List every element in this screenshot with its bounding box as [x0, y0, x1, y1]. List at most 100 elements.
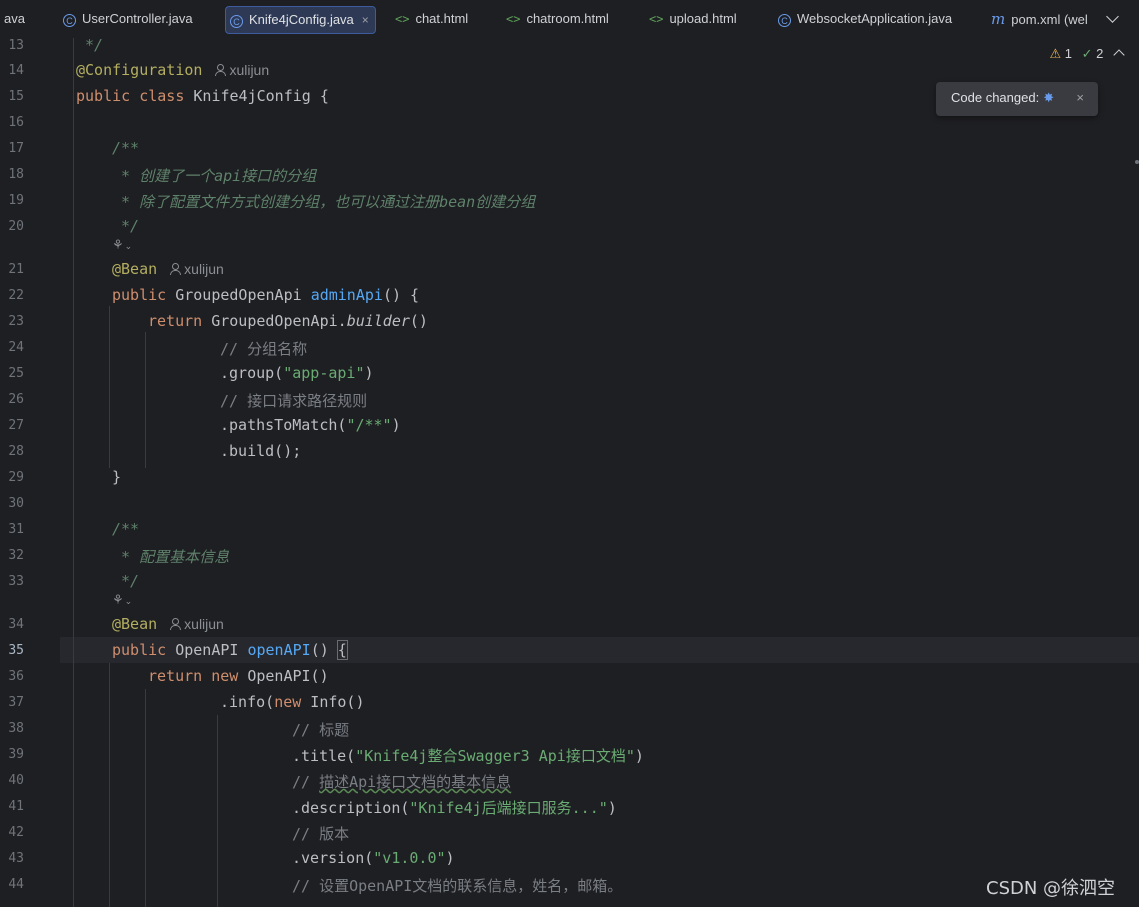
java-class-icon: C	[230, 15, 243, 28]
tab-label: upload.html	[669, 11, 737, 26]
line-number: 43	[8, 851, 24, 866]
warning-count: 1	[1064, 46, 1072, 61]
close-icon[interactable]: ×	[1076, 90, 1084, 105]
line-number: 31	[8, 522, 24, 537]
toast-text: Code changed:	[951, 90, 1040, 105]
line-number: 36	[8, 669, 24, 684]
line-number: 25	[8, 366, 24, 381]
user-icon	[169, 618, 182, 630]
code-line: // 接口请求路径规则	[220, 392, 368, 410]
watermark-text: CSDN @徐泗空	[986, 878, 1116, 899]
java-class-icon: C	[778, 14, 791, 27]
java-class-icon: C	[63, 14, 76, 27]
chevron-down-icon[interactable]	[1106, 10, 1119, 23]
check-icon: ✓	[1081, 46, 1093, 61]
chevron-down-icon: ⌄	[124, 597, 133, 607]
line-number: 15	[8, 89, 24, 104]
tab-chatroom-html[interactable]: <> chatroom.html	[506, 6, 609, 32]
line-number-current: 35	[8, 643, 24, 658]
code-line: }	[112, 468, 122, 486]
code-author-hint[interactable]: xulijun	[169, 616, 224, 632]
html-file-icon: <>	[506, 12, 521, 26]
code-author-hint[interactable]: xulijun	[214, 62, 269, 78]
tab-upload-html[interactable]: <> upload.html	[649, 6, 737, 32]
spring-bean-icon: ⚘	[112, 593, 124, 608]
line-number: 30	[8, 496, 24, 511]
tab-pom-xml[interactable]: m pom.xml (wel	[991, 6, 1088, 32]
code-line: @Bean xulijun	[112, 260, 224, 278]
code-line: * 除了配置文件方式创建分组，也可以通过注册bean创建分组	[112, 193, 536, 211]
code-line: */	[76, 36, 104, 54]
line-number: 34	[8, 617, 24, 632]
chevron-up-icon[interactable]	[1113, 49, 1125, 61]
line-number: 20	[8, 219, 24, 234]
tab-websocket-application[interactable]: C WebsocketApplication.java	[778, 6, 952, 32]
line-number: 33	[8, 574, 24, 589]
indent-guide	[73, 38, 74, 907]
tab-ava[interactable]: ava	[4, 6, 25, 32]
html-file-icon: <>	[395, 12, 410, 26]
line-number: 16	[8, 115, 24, 130]
code-line: // 设置OpenAPI文档的联系信息，姓名，邮箱。	[292, 877, 623, 895]
line-number: 32	[8, 548, 24, 563]
tab-chat-html[interactable]: <> chat.html	[395, 6, 468, 32]
line-number: 40	[8, 773, 24, 788]
check-count: 2	[1096, 46, 1104, 61]
code-line: .group("app-api")	[220, 364, 374, 382]
code-line: .title("Knife4j整合Swagger3 Api接口文档")	[292, 747, 644, 765]
chevron-down-icon: ⌄	[124, 242, 133, 252]
line-number: 14	[8, 63, 24, 78]
tab-user-controller[interactable]: C UserController.java	[63, 6, 193, 32]
code-author-hint[interactable]: xulijun	[169, 261, 224, 277]
line-number: 41	[8, 799, 24, 814]
code-line: /**	[112, 520, 140, 538]
code-vision-inlay[interactable]: ⚘⌄	[112, 593, 132, 608]
code-line: // 描述Api接口文档的基本信息	[292, 773, 512, 791]
inspection-widget[interactable]: ⚠ 1 ✓ 2	[1049, 46, 1125, 62]
tab-label: Knife4jConfig.java	[249, 12, 354, 27]
line-number: 39	[8, 747, 24, 762]
code-line: /**	[112, 139, 140, 157]
code-line: .pathsToMatch("/**")	[220, 416, 401, 434]
code-line: // 版本	[292, 825, 350, 843]
code-line: return GroupedOpenApi.builder()	[148, 312, 428, 330]
scrollbar-marker[interactable]	[1135, 160, 1139, 164]
code-line: @Bean xulijun	[112, 615, 224, 633]
spring-bean-icon: ⚘	[112, 238, 124, 253]
tab-label: pom.xml (wel	[1011, 12, 1088, 27]
code-line-current: public OpenAPI openAPI() {	[112, 640, 348, 660]
code-line: .info(new Info()	[220, 693, 365, 711]
warning-icon: ⚠	[1049, 46, 1062, 61]
line-number: 24	[8, 340, 24, 355]
code-line: * 创建了一个api接口的分组	[112, 167, 317, 185]
tab-label: chatroom.html	[526, 11, 609, 26]
code-changed-popup[interactable]: Code changed: ✸ ×	[936, 82, 1098, 116]
line-number: 42	[8, 825, 24, 840]
code-line: return new OpenAPI()	[148, 667, 329, 685]
maven-icon: m	[991, 10, 1006, 28]
tab-label: WebsocketApplication.java	[797, 11, 953, 26]
line-number: 23	[8, 314, 24, 329]
user-icon	[169, 263, 182, 275]
line-number: 37	[8, 695, 24, 710]
code-line: public class Knife4jConfig {	[76, 87, 329, 105]
tab-knife4j-config[interactable]: C Knife4jConfig.java ×	[225, 6, 376, 34]
code-line: // 标题	[292, 721, 350, 739]
code-line: .build();	[220, 442, 302, 460]
typo-underline: 描述Api接口文档的基本信息	[319, 773, 512, 791]
code-vision-inlay[interactable]: ⚘⌄	[112, 238, 132, 253]
code-line: .description("Knife4j后端接口服务...")	[292, 799, 617, 817]
debug-icon[interactable]: ✸	[1043, 90, 1054, 105]
line-number: 28	[8, 444, 24, 459]
code-line: * 配置基本信息	[112, 548, 230, 566]
code-editor[interactable]: */ @Configuration xulijun public class Kn…	[60, 36, 1139, 907]
close-icon[interactable]: ×	[362, 13, 369, 27]
code-line: public GroupedOpenApi adminApi() {	[112, 286, 420, 304]
line-number: 27	[8, 418, 24, 433]
line-number: 13	[8, 38, 24, 53]
line-number: 21	[8, 262, 24, 277]
code-line: // 分组名称	[220, 340, 308, 358]
tab-label: UserController.java	[82, 11, 193, 26]
matched-brace: {	[336, 640, 348, 660]
code-line: */	[112, 572, 140, 590]
